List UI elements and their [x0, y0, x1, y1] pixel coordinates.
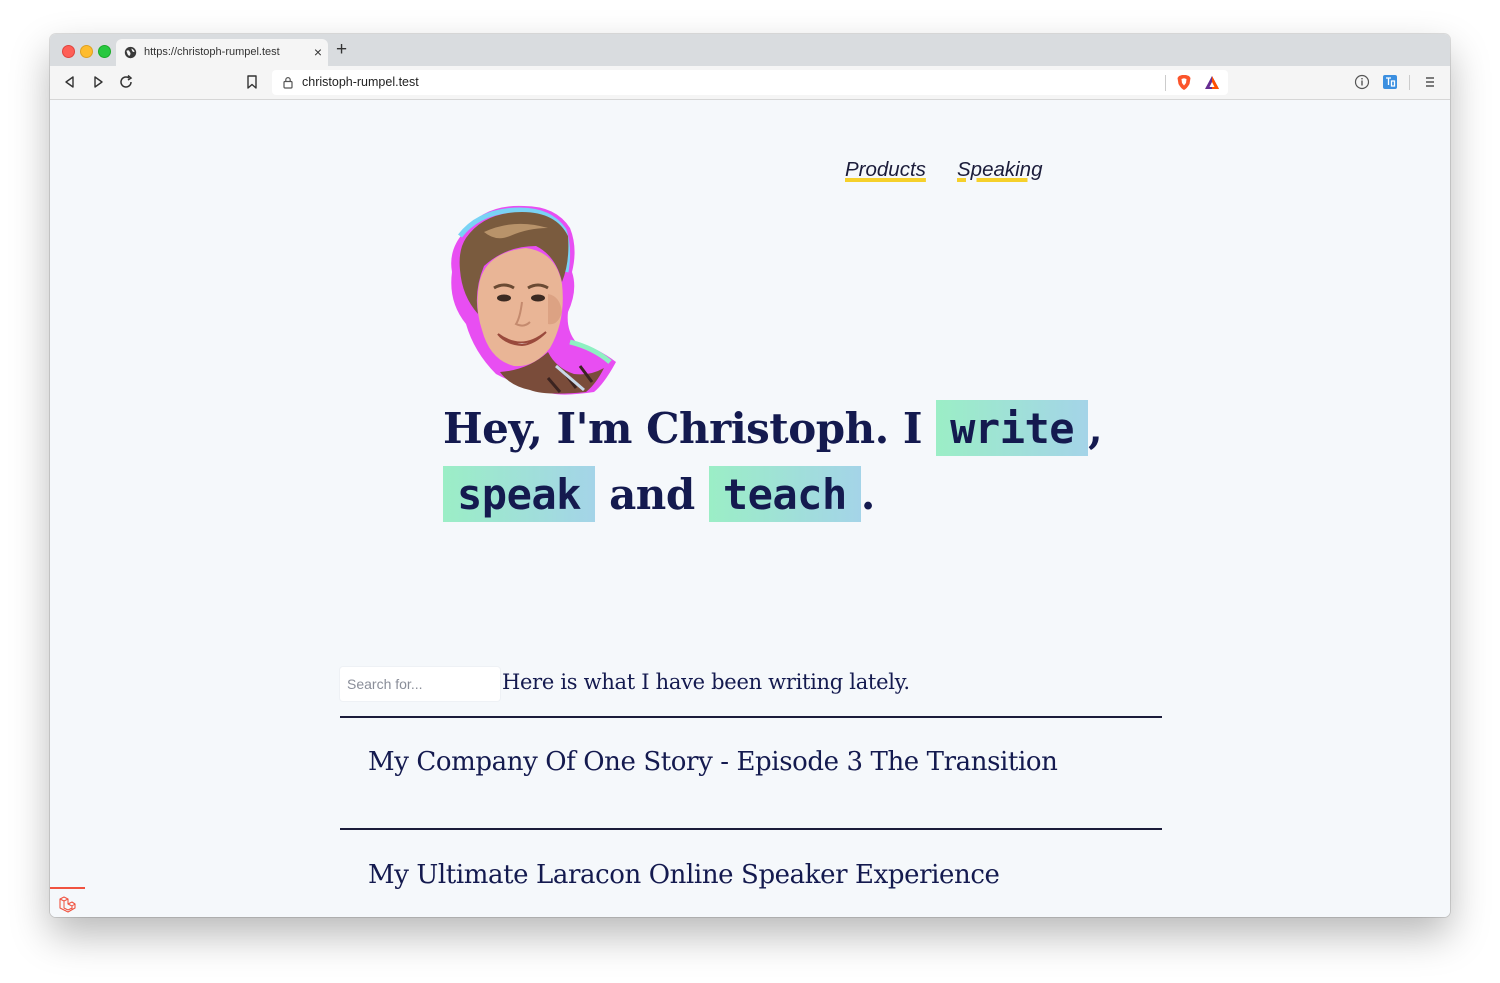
post-divider — [340, 828, 1162, 830]
globe-icon — [124, 46, 137, 59]
menu-icon[interactable] — [1422, 74, 1438, 90]
hero-headline: Hey, I'm Christoph. I write, speak and t… — [443, 396, 1103, 528]
new-tab-button[interactable]: + — [336, 40, 347, 59]
hero-period: . — [860, 470, 876, 519]
post-divider — [340, 716, 1162, 718]
laravel-debugbar-toggle[interactable] — [50, 887, 85, 917]
hero-comma: , — [1088, 404, 1103, 453]
hero-line1-prefix: Hey, I'm Christoph. I — [443, 404, 923, 453]
hero-and: and — [609, 470, 695, 519]
extension-info-icon[interactable] — [1354, 74, 1370, 90]
url-text: christoph-rumpel.test — [302, 75, 419, 89]
laravel-logo-icon — [59, 896, 76, 913]
reload-icon[interactable] — [118, 74, 134, 90]
posts-intro-text: Here is what I have been writing lately. — [502, 670, 910, 694]
search-input[interactable] — [340, 667, 500, 701]
browser-tab[interactable]: https://christoph-rumpel.test × — [116, 39, 328, 66]
minimize-window-button[interactable] — [80, 45, 93, 58]
back-icon[interactable] — [62, 74, 78, 90]
avatar — [451, 205, 616, 395]
close-tab-icon[interactable]: × — [314, 44, 322, 60]
tab-strip: https://christoph-rumpel.test × + — [50, 34, 1450, 66]
nav-speaking-link[interactable]: Speaking — [957, 158, 1042, 182]
highlight-teach: teach — [708, 466, 861, 522]
highlight-write: write — [936, 400, 1089, 456]
forward-icon[interactable] — [90, 74, 106, 90]
nav-products-link[interactable]: Products — [845, 158, 926, 182]
page-content: Products Speaking Hey, I'm Christoph. I … — [50, 100, 1450, 917]
browser-toolbar: christoph-rumpel.test — [50, 66, 1450, 100]
browser-window: https://christoph-rumpel.test × + christ… — [50, 34, 1450, 917]
post-title-link[interactable]: My Company Of One Story - Episode 3 The … — [368, 747, 1058, 777]
close-window-button[interactable] — [62, 45, 75, 58]
url-separator — [1165, 75, 1166, 91]
highlight-speak: speak — [443, 466, 595, 522]
post-title-link[interactable]: My Ultimate Laracon Online Speaker Exper… — [368, 860, 1000, 890]
lock-icon — [283, 77, 293, 89]
brave-rewards-icon[interactable] — [1204, 75, 1220, 90]
extension-translate-icon[interactable] — [1382, 74, 1398, 90]
toolbar-separator — [1409, 75, 1410, 90]
bookmark-icon[interactable] — [244, 74, 260, 90]
brave-shields-icon[interactable] — [1176, 74, 1192, 91]
tab-title: https://christoph-rumpel.test — [144, 46, 280, 58]
zoom-window-button[interactable] — [98, 45, 111, 58]
address-bar[interactable]: christoph-rumpel.test — [272, 70, 1228, 95]
